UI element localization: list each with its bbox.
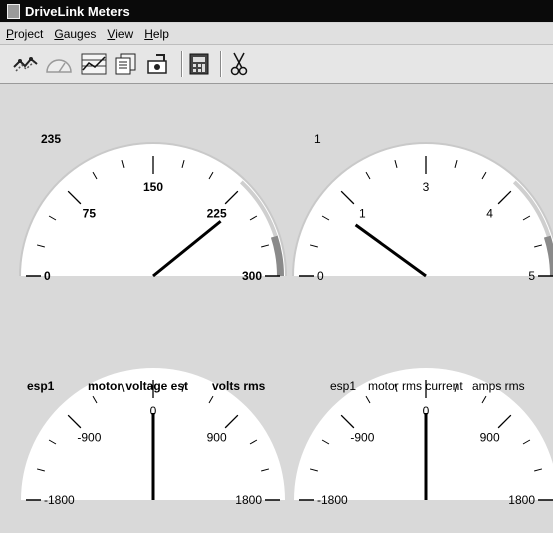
gauge-2-scale-label: 3	[423, 180, 430, 194]
toolbar-separator	[181, 51, 183, 77]
gauge-1-scale-label: 0	[44, 269, 51, 283]
gauge-1-label-name: motor voltage est	[88, 379, 189, 393]
gauge-4-scale-label: 900	[480, 430, 500, 444]
gauge-1-label-source: esp1	[27, 379, 55, 393]
gauge-2-readout: 1	[314, 132, 321, 146]
gauges-canvas: 075150225300235013451-1800-90009001800 -1…	[19, 132, 553, 507]
window-title: DriveLink Meters	[25, 3, 130, 19]
menu-project[interactable]: Project	[0, 27, 48, 41]
gauge-2-label-source: esp1	[330, 379, 357, 393]
menu-help[interactable]: Help	[138, 27, 174, 41]
gauge-2-scale-label: 4	[486, 206, 493, 220]
gauge-2-label-name: motor rms current	[368, 379, 463, 393]
gauge-3-scale-label: -1800	[44, 493, 75, 507]
title-bar: DriveLink Meters	[0, 0, 553, 22]
toolbar	[0, 45, 553, 84]
gauge-2-face	[294, 144, 553, 276]
menu-view[interactable]: View	[101, 27, 138, 41]
scissors-icon[interactable]	[230, 51, 248, 77]
gauge-1-label-units: volts rms	[212, 379, 266, 393]
gauge-2-scale-label: 1	[359, 206, 366, 220]
gauge-3-scale-label: 900	[207, 430, 227, 444]
settings-icon[interactable]	[146, 53, 170, 75]
pages-icon[interactable]	[113, 52, 139, 76]
gauge-4-scale-label: -900	[350, 430, 374, 444]
chart-icon[interactable]	[80, 52, 108, 76]
menu-gauges[interactable]: Gauges	[48, 27, 101, 41]
gauge-2-scale-label: 0	[317, 269, 324, 283]
app-icon	[7, 3, 20, 19]
gauge-4-scale-label: 1800	[508, 493, 535, 507]
gauge-2-scale-label: 5	[528, 269, 535, 283]
gauge-1-scale-label: 150	[143, 180, 163, 194]
gauge-3-scale-label: -900	[77, 430, 101, 444]
gauge-4-scale-label: -1800	[317, 493, 348, 507]
gauge-3-scale-label: 1800	[235, 493, 262, 507]
gauge-1-scale-label: 300	[242, 269, 262, 283]
gauge-1-readout: 235	[41, 132, 61, 146]
gauge-icon[interactable]	[45, 54, 73, 74]
menu-bar: Project Gauges View Help	[0, 23, 553, 45]
gauges-panel: 0 75 150 225 300 235 0 1 3 4 5 1 -1800 -900 0 900 1800 -1…	[0, 84, 553, 533]
connect-icon[interactable]	[12, 53, 40, 75]
gauge-1-scale-label: 225	[207, 206, 227, 220]
toolbar-separator	[220, 51, 222, 77]
gauge-1-scale-label: 75	[83, 206, 97, 220]
gauge-2-label-units: amps rms	[472, 379, 525, 393]
calculator-icon[interactable]	[189, 53, 209, 75]
